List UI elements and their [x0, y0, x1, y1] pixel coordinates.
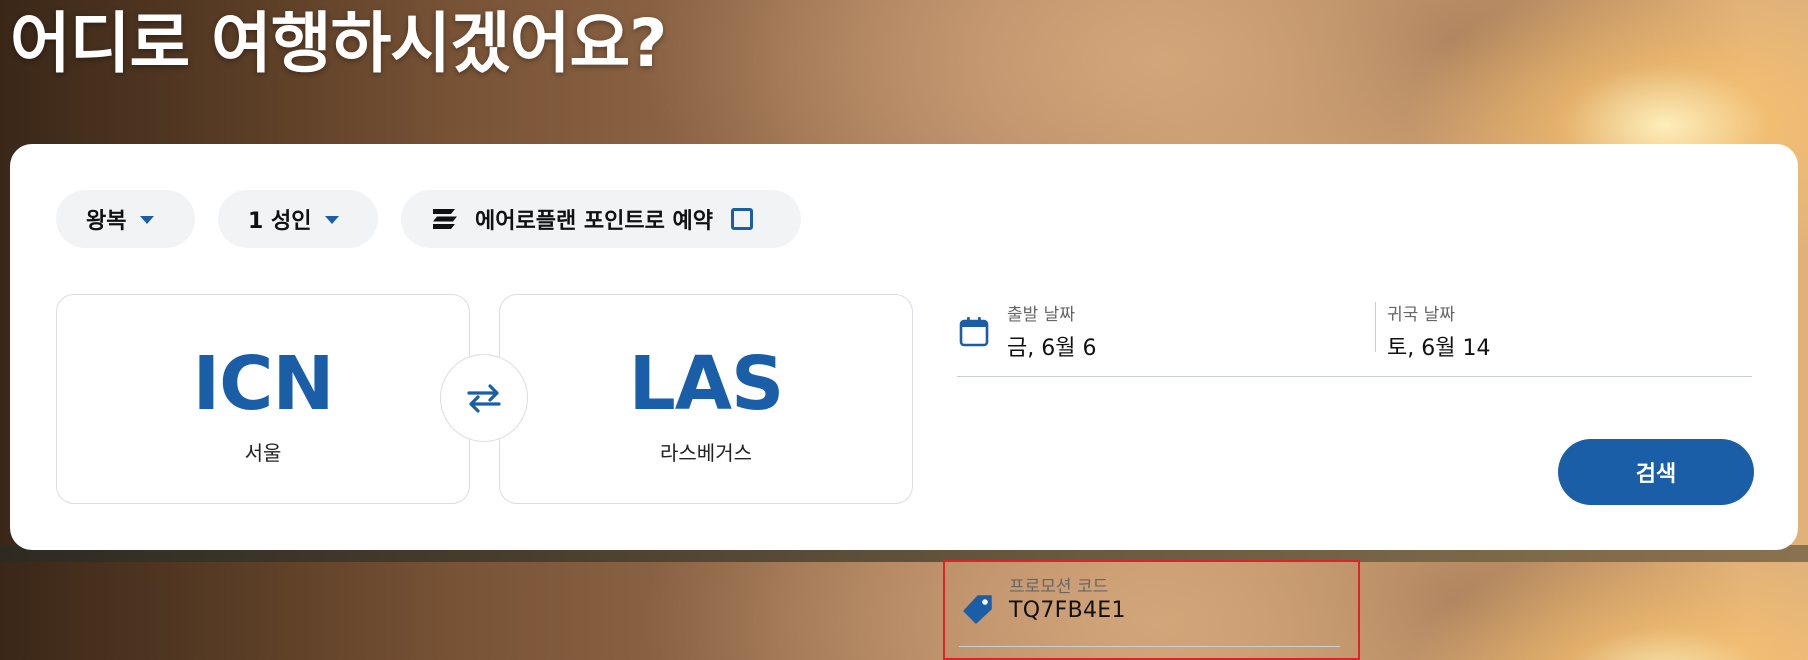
origin-code: ICN: [192, 341, 335, 427]
promo-code-value: TQ7FB4E1: [1009, 598, 1126, 623]
departure-date-label: 출발 날짜: [1007, 305, 1075, 325]
promo-code-highlight: 프로모션 코드 TQ7FB4E1: [943, 560, 1360, 660]
chevron-down-icon: [140, 216, 155, 224]
points-booking-label: 에어로플랜 포인트로 예약: [475, 209, 713, 234]
origin-airport-button[interactable]: ICN 서울: [56, 294, 470, 504]
aeroplan-logo-icon: [433, 209, 457, 229]
tag-icon: [963, 595, 992, 624]
page-title: 어디로 여행하시겠어요?: [10, 5, 667, 82]
return-date-field[interactable]: 귀국 날짜 토, 6월 14: [1375, 294, 1752, 376]
calendar-icon: [959, 317, 989, 347]
chevron-down-icon: [325, 216, 340, 224]
date-selector: 출발 날짜 금, 6월 6 귀국 날짜 토, 6월 14: [957, 294, 1752, 377]
trip-type-dropdown[interactable]: 왕복: [56, 190, 195, 248]
return-date-label: 귀국 날짜: [1387, 305, 1455, 325]
destination-code: LAS: [628, 341, 785, 427]
points-checkbox[interactable]: [730, 208, 753, 230]
passengers-dropdown[interactable]: 1 성인: [218, 190, 378, 248]
points-booking-toggle[interactable]: 에어로플랜 포인트로 예약: [401, 190, 801, 248]
trip-type-label: 왕복: [86, 209, 127, 234]
destination-airport-button[interactable]: LAS 라스베거스: [499, 294, 913, 504]
search-button[interactable]: 검색: [1558, 439, 1754, 505]
departure-date-field[interactable]: 출발 날짜 금, 6월 6: [957, 294, 1357, 376]
promo-code-label: 프로모션 코드: [1009, 577, 1109, 597]
passengers-label: 1 성인: [248, 209, 312, 234]
promo-code-field[interactable]: 프로모션 코드 TQ7FB4E1: [959, 562, 1340, 647]
destination-city: 라스베거스: [660, 441, 752, 465]
origin-city: 서울: [244, 441, 282, 465]
return-date-value: 토, 6월 14: [1387, 336, 1491, 361]
search-card: 왕복 1 성인 에어로플랜 포인트로 예약 ICN 서울 LAS 라스베거스 출…: [10, 144, 1798, 660]
swap-arrows-icon: [467, 384, 501, 413]
departure-date-value: 금, 6월 6: [1007, 336, 1097, 361]
swap-airports-button[interactable]: [440, 354, 528, 442]
